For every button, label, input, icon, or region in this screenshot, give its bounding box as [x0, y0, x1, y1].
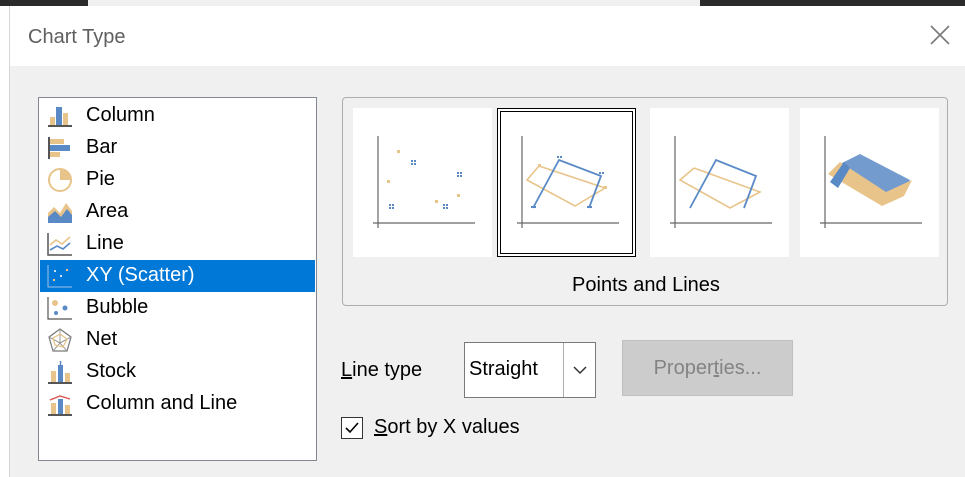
variant-points-and-lines[interactable]: [497, 108, 636, 257]
list-item-net[interactable]: Net: [40, 324, 315, 356]
list-item-label: Bar: [86, 136, 118, 158]
bubble-chart-icon: [47, 297, 72, 320]
list-item-label: Bubble: [86, 296, 149, 318]
list-item-pie[interactable]: Pie: [40, 164, 315, 196]
background-window-edge: [0, 6, 10, 477]
lines-only-icon: [670, 136, 772, 228]
column-and-line-chart-icon: [48, 395, 72, 416]
variant-lines-only[interactable]: [650, 108, 789, 257]
variant-3d-lines[interactable]: [800, 108, 939, 257]
list-item-column[interactable]: Column: [40, 100, 315, 132]
chevron-down-icon: [573, 366, 587, 375]
variant-points-only[interactable]: [353, 108, 492, 257]
area-chart-icon: [48, 203, 72, 223]
properties-button[interactable]: Properties...: [622, 340, 793, 396]
list-item-label: Stock: [86, 360, 137, 382]
list-item-stock[interactable]: Stock: [40, 356, 315, 388]
line-type-dropdown[interactable]: Straight: [464, 342, 596, 398]
list-item-bubble[interactable]: Bubble: [40, 292, 315, 324]
chart-type-list[interactable]: Column Bar Pie Area Line XY (Scatter) Bu…: [38, 97, 317, 461]
chart-variants-panel: Points and Lines: [342, 97, 948, 306]
list-item-xy-scatter[interactable]: XY (Scatter): [40, 260, 315, 292]
line-type-value: Straight: [469, 358, 538, 380]
checkmark-icon: [345, 422, 359, 434]
sort-by-x-label[interactable]: Sort by X values: [374, 416, 520, 439]
list-item-label: Column: [86, 104, 155, 126]
pie-chart-icon: [48, 168, 72, 192]
dropdown-button[interactable]: [563, 343, 595, 397]
title-bar: Chart Type: [10, 6, 965, 66]
list-item-label: Column and Line: [86, 392, 238, 414]
chart-type-dialog: Chart Type Column Bar Pie Area Line XY (…: [10, 6, 965, 477]
close-icon[interactable]: [923, 18, 957, 52]
list-item-label: XY (Scatter): [86, 264, 195, 286]
list-item-label: Pie: [86, 168, 115, 190]
line-chart-icon: [47, 233, 72, 256]
scatter-chart-icon: [47, 265, 72, 288]
column-chart-icon: [48, 107, 72, 127]
points-and-lines-icon: [517, 136, 619, 228]
list-item-label: Net: [86, 328, 118, 350]
list-item-area[interactable]: Area: [40, 196, 315, 228]
net-chart-icon: [48, 328, 72, 352]
dialog-title: Chart Type: [28, 26, 126, 48]
sort-by-x-checkbox[interactable]: [341, 417, 363, 439]
list-item-bar[interactable]: Bar: [40, 132, 315, 164]
points-only-icon: [373, 136, 475, 228]
list-item-line[interactable]: Line: [40, 228, 315, 260]
stock-chart-icon: [48, 361, 72, 384]
selected-variant-name: Points and Lines: [572, 274, 720, 296]
bar-chart-icon: [48, 137, 70, 159]
3d-lines-icon: [820, 136, 922, 228]
line-type-label: Line type: [341, 359, 423, 381]
list-item-label: Area: [86, 200, 129, 222]
list-item-label: Line: [86, 232, 124, 254]
list-item-column-and-line[interactable]: Column and Line: [40, 388, 315, 420]
